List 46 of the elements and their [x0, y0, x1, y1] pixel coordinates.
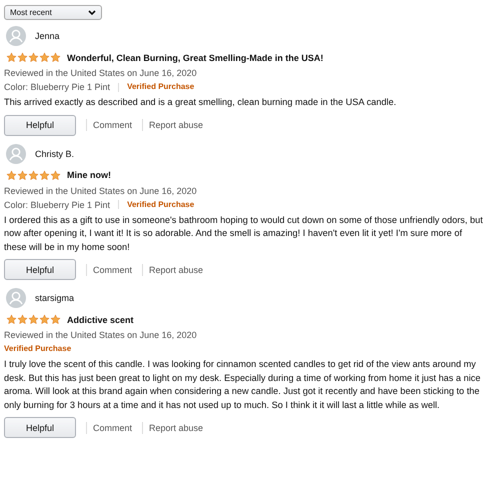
- product-variant: Color: Blueberry Pie 1 Pint: [4, 81, 110, 94]
- comment-link[interactable]: Comment: [93, 422, 132, 432]
- star-icon: [17, 170, 28, 180]
- star-icon: [28, 52, 39, 63]
- comment-link[interactable]: Comment: [93, 264, 132, 274]
- verified-purchase-label: Verified Purchase: [127, 198, 194, 210]
- review-text: I truly love the scent of this candle. I was looking for cinnamon scented candles to get rid of the view ants around my desk. But this has just been great to light on my desk. Especially during a time of working from home it just has a nice aroma. Will look at this brand again when considering a new candle. Just got it recently and have been sticking to the only burning for 3 hours at a time and it has not used up to much. So I think it it will last a little while as well.: [4, 358, 482, 412]
- star-icon: [6, 314, 17, 325]
- star-icon: [28, 314, 39, 325]
- verified-purchase-label: Verified Purchase: [4, 343, 72, 355]
- sort-dropdown[interactable]: Most recent: [4, 5, 102, 20]
- review-date: Reviewed in the United States on June 16, 2020: [4, 329, 198, 342]
- report-abuse-link[interactable]: Report abuse: [149, 422, 204, 432]
- review-title: Wonderful, Clean Burning, Great Smelling-Made in the USA!: [67, 52, 324, 62]
- review-text: This arrived exactly as described and is a great smelling, clean burning made in the USA candle.: [4, 96, 398, 109]
- reviewer-name: Jenna: [35, 31, 60, 41]
- star-icon: [28, 170, 39, 180]
- review-title: Mine now!: [67, 170, 111, 180]
- star-icon: [6, 52, 17, 63]
- avatar-icon: [6, 288, 26, 308]
- star-icon: [39, 314, 50, 325]
- report-abuse-link[interactable]: Report abuse: [149, 120, 204, 130]
- star-icon: [50, 170, 61, 180]
- comment-link[interactable]: Comment: [93, 120, 132, 130]
- helpful-button[interactable]: Helpful: [4, 417, 76, 438]
- product-variant: Color: Blueberry Pie 1 Pint: [4, 198, 110, 212]
- report-abuse-link[interactable]: Report abuse: [149, 264, 204, 274]
- reviewer-name: starsigma: [35, 293, 74, 303]
- avatar-icon: [6, 26, 26, 46]
- chevron-down-icon: [88, 10, 96, 16]
- star-icon: [17, 52, 28, 63]
- avatar-icon: [6, 144, 26, 164]
- star-icon: [50, 314, 61, 325]
- reviewer-name: Christy B.: [35, 148, 74, 158]
- helpful-button[interactable]: Helpful: [4, 114, 76, 136]
- star-icon: [6, 170, 17, 180]
- star-icon: [39, 170, 50, 180]
- star-icon: [17, 314, 28, 325]
- star-icon: [39, 52, 50, 63]
- review-title: Addictive scent: [67, 314, 134, 324]
- star-icon: [50, 52, 61, 63]
- review-date: Reviewed in the United States on June 16, 2020: [4, 184, 198, 198]
- review-date: Reviewed in the United States on June 16, 2020: [4, 67, 198, 80]
- verified-purchase-label: Verified Purchase: [127, 81, 194, 93]
- helpful-button[interactable]: Helpful: [4, 259, 76, 280]
- review-text: I ordered this as a gift to use in someone's bathroom hoping to would cut down on some of those unfriendly odors, but now after opening it, I want it! It is so adorable. And the smell is amazing! I haven't even lit it yet! I'm sure more of these will be in my home soon!: [4, 214, 484, 254]
